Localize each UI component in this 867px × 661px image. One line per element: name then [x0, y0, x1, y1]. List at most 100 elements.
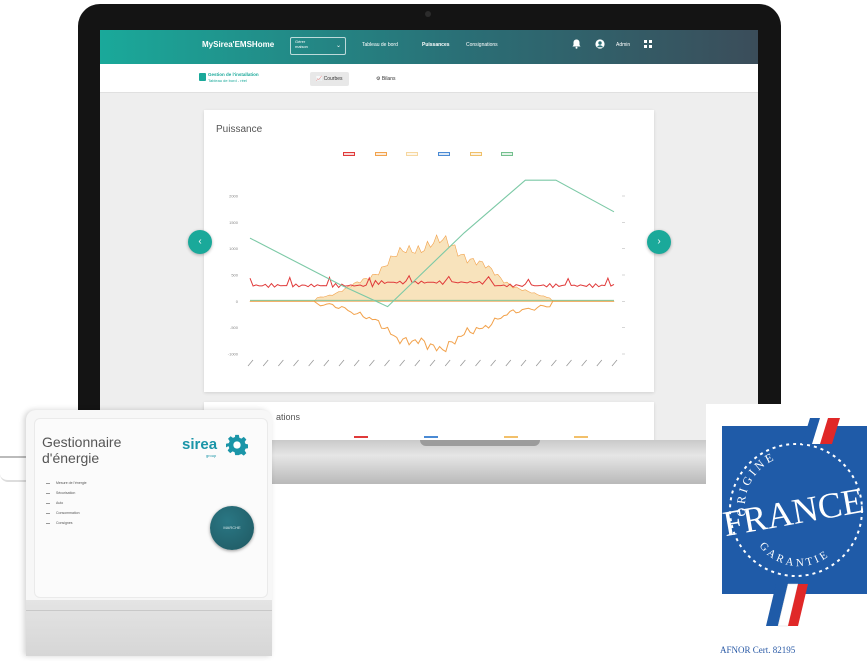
y-tick-label: -1000: [228, 352, 239, 357]
x-tick-label: [414, 359, 421, 367]
legend-mark: [354, 436, 368, 438]
x-tick-label: [262, 359, 269, 367]
energy-manager-device: Gestionnaire d'énergie sirea group Mesur…: [26, 410, 272, 656]
legend-mark: [574, 436, 588, 438]
chevron-left-icon: ‹: [198, 236, 202, 247]
bell-icon[interactable]: [570, 39, 582, 51]
grid-icon[interactable]: [642, 39, 654, 51]
origine-france-logo: ORIGINE FRANCE GARANTIE: [720, 418, 867, 627]
x-tick-label: [475, 359, 481, 367]
webcam-icon: [425, 11, 431, 17]
installation-selector[interactable]: Gestion de l'installation Tableau de bor…: [208, 72, 259, 83]
tab-bilans[interactable]: ⚙ Bilans: [370, 72, 402, 86]
series-orange-line: [250, 300, 614, 353]
y-tick-label: 2000: [229, 194, 239, 199]
origine-france-badge: ORIGINE FRANCE GARANTIE: [706, 404, 867, 656]
site-select-line2: maison: [295, 43, 308, 49]
app-brand[interactable]: MySirea'EMSHome: [202, 40, 274, 49]
x-tick-label: [247, 359, 254, 367]
tab-courbes-label: Courbes: [323, 76, 343, 82]
x-tick-label: [490, 359, 496, 367]
y-tick-label: 500: [231, 273, 238, 278]
x-tick-label: [384, 359, 390, 367]
x-tick-label: [369, 359, 375, 367]
carousel-prev-button[interactable]: ‹: [188, 230, 212, 254]
legend-item[interactable]: [406, 152, 430, 157]
power-chart-card: 2000 1500 1000 500 0 -500 -1000 Puissance: [204, 110, 654, 392]
second-card-title: ations: [276, 412, 301, 422]
legend-label: [452, 152, 462, 156]
x-tick-label: [520, 359, 527, 367]
device-title: Gestionnaire d'énergie: [42, 434, 122, 466]
legend-item[interactable]: [501, 152, 525, 157]
afnor-certification: AFNOR Cert. 82195: [720, 645, 796, 655]
carousel-next-button[interactable]: ›: [647, 230, 671, 254]
legend-mark: [504, 436, 518, 438]
nav-dashboard[interactable]: Tableau de bord: [362, 42, 398, 48]
legend-item[interactable]: [438, 152, 462, 157]
x-tick-label: [460, 359, 466, 367]
y-tick-label: -500: [230, 325, 239, 330]
device-menu-item: Consignes: [46, 518, 87, 528]
x-tick-label: [353, 359, 360, 367]
user-name[interactable]: Admin: [616, 42, 630, 48]
legend-swatch: [342, 152, 355, 157]
tab-courbes[interactable]: 📈 Courbes: [310, 72, 349, 86]
chevron-down-icon: ⌄: [335, 43, 341, 49]
legend-mark: [424, 436, 438, 438]
device-menu: Mesure de l'énergie Sécurisation Auto Co…: [46, 478, 87, 528]
y-tick-label: 1500: [229, 220, 239, 225]
legend-item[interactable]: [342, 152, 367, 157]
legend-item[interactable]: [374, 152, 399, 157]
x-tick-label: [278, 359, 284, 367]
chevron-right-icon: ›: [657, 236, 661, 247]
nav-puissances[interactable]: Puissances: [422, 42, 450, 48]
x-tick-label: [308, 359, 314, 367]
tab-bilans-label: Bilans: [381, 76, 396, 82]
x-tick-label: [505, 359, 512, 367]
app-header: MySirea'EMSHome Gérer maison ⌄ Tableau d…: [100, 30, 758, 64]
x-tick-label: [581, 359, 587, 367]
x-tick-label: [429, 359, 436, 367]
legend-item[interactable]: [469, 152, 494, 157]
legend-swatch: [501, 152, 514, 157]
y-tick-label: 0: [236, 299, 239, 304]
chart-legend: [244, 152, 624, 159]
series-solar-area: [249, 234, 615, 302]
legend-swatch: [469, 152, 482, 157]
device-power-button[interactable]: MARCHE: [210, 506, 254, 550]
chart-title: Puissance: [216, 124, 263, 135]
legend-label: [515, 152, 525, 156]
device-menu-item: Sécurisation: [46, 488, 87, 498]
y-tick-label: 1000: [229, 246, 239, 251]
device-menu-item: Auto: [46, 498, 87, 508]
x-tick-label: [611, 359, 618, 367]
x-tick-label: [338, 359, 345, 367]
x-tick-label: [444, 359, 451, 367]
chart-icon: 📈: [316, 76, 323, 82]
x-tick-label: [596, 359, 603, 367]
x-tick-label: [551, 359, 557, 367]
nav-consignations[interactable]: Consignations: [466, 42, 498, 48]
device-seam: [26, 610, 272, 611]
gear-logo-icon: [226, 434, 248, 456]
x-tick-label: [535, 359, 542, 367]
legend-label: [389, 152, 399, 156]
sirea-logo: sirea: [182, 436, 218, 453]
legend-label: [357, 152, 367, 156]
x-tick-label: [323, 359, 330, 367]
x-tick-label: [566, 359, 572, 367]
device-menu-item: Mesure de l'énergie: [46, 478, 87, 488]
device-menu-item: Consommation: [46, 508, 87, 518]
gear-icon: ⚙: [376, 76, 381, 82]
user-icon[interactable]: [594, 39, 606, 51]
x-tick-label: [399, 359, 405, 367]
installation-icon: [199, 73, 206, 81]
legend-label: [484, 152, 494, 156]
legend-swatch: [406, 152, 419, 157]
x-tick-label: [293, 359, 299, 367]
laptop-notch: [420, 440, 540, 446]
legend-swatch: [374, 152, 387, 157]
site-select[interactable]: Gérer maison ⌄: [290, 37, 346, 55]
legend-label: [420, 152, 430, 156]
